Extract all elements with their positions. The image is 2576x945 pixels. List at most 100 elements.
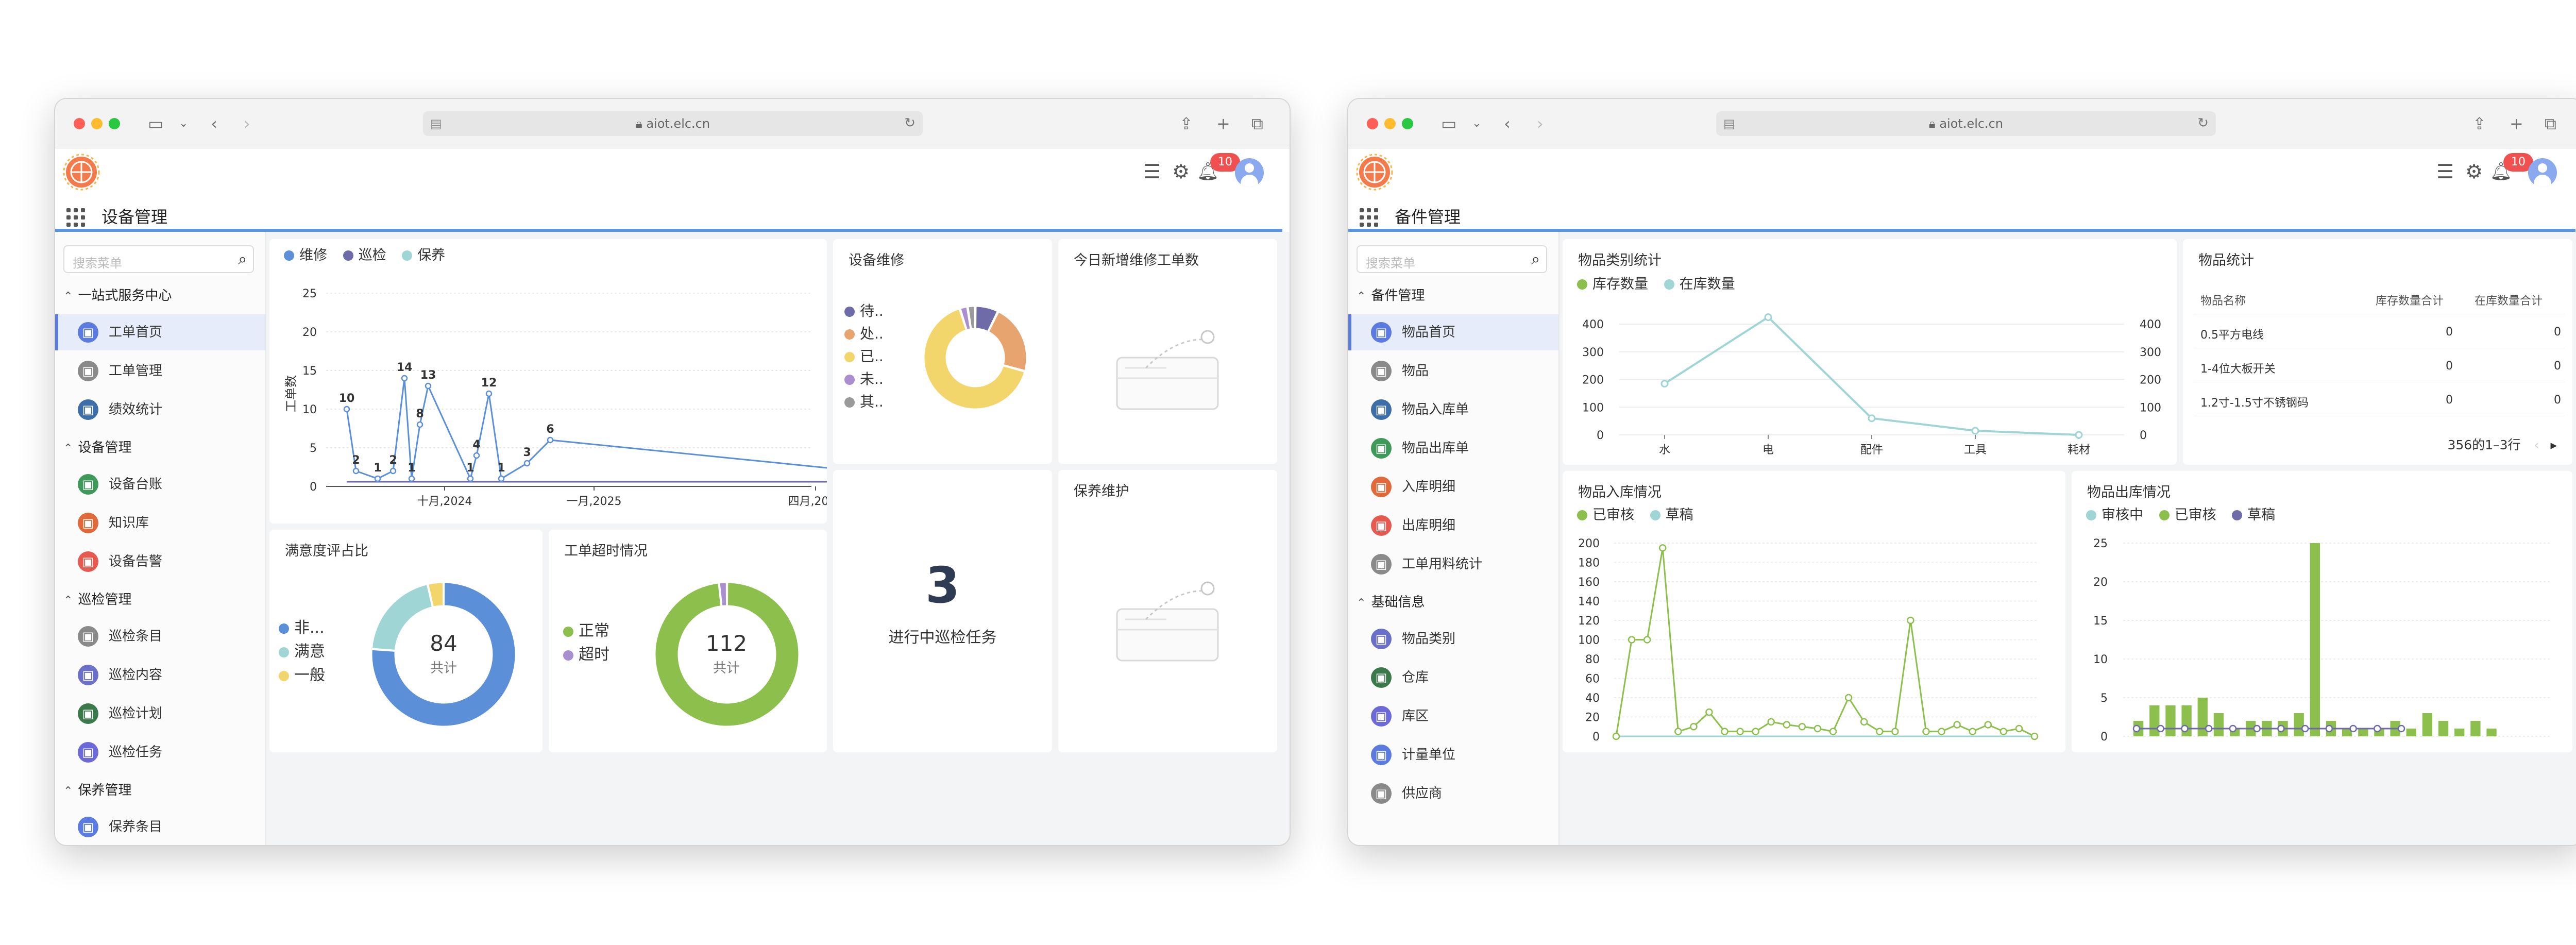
back-icon[interactable]: ‹ (1504, 112, 1511, 135)
collapse-icon[interactable]: ⌃ (63, 594, 73, 607)
approved-point (1612, 732, 1620, 740)
y-tick-label: 160 (1578, 576, 1600, 589)
sidebar-item-label: 计量单位 (1402, 747, 1456, 763)
search-icon[interactable]: ⌕ (1531, 250, 1540, 268)
new-tab-icon[interactable]: + (2510, 112, 2523, 135)
table-row[interactable]: 1.2寸-1.5寸不锈钢码 0 0 (2193, 382, 2564, 416)
avatar[interactable] (2528, 158, 2557, 187)
x-tick-label: 耗材 (2067, 444, 2090, 457)
sidebar-group-header[interactable]: ⌃ 基础信息 (1357, 592, 1425, 614)
trend-chart: 0510152025工单数102121418131412136255126219… (284, 288, 827, 508)
sidebar-group-label: 设备管理 (78, 440, 132, 455)
approved-point (1658, 544, 1667, 552)
forward-icon[interactable]: › (244, 112, 250, 135)
address-bar[interactable]: ▤ 🔒︎ aiot.elc.cn ↻ (1716, 111, 2216, 136)
inbound-chart: 0 20 40 60 80 100 120 140 160 180 200 (1578, 537, 2039, 744)
home-icon: ▣ (1371, 322, 1392, 343)
gear-icon[interactable]: ⚙ (2465, 160, 2483, 183)
sidebar-item[interactable]: ▣ 库区 (1348, 698, 1558, 734)
minimize-window-button[interactable] (91, 118, 103, 129)
sidebar-item[interactable]: ▣ 出库明细 (1348, 508, 1558, 544)
menu-icon[interactable]: ☰ (1143, 160, 1161, 183)
sidebar-item[interactable]: ▣ 物品类别 (1348, 621, 1558, 657)
menu-icon[interactable]: ☰ (2436, 160, 2454, 183)
sidebar-item[interactable]: ▣ 物品首页 (1348, 314, 1558, 350)
sidebar-item[interactable]: ▣ 设备告警 (55, 544, 265, 580)
collapse-icon[interactable]: ⌃ (63, 785, 73, 798)
reload-icon[interactable]: ↻ (2197, 115, 2209, 131)
tab-overview-icon[interactable]: ⧉ (2545, 112, 2556, 135)
apps-grid-icon[interactable] (1360, 208, 1378, 227)
sidebar-group-header[interactable]: ⌃ 设备管理 (63, 437, 131, 459)
share-icon[interactable]: ⇪ (2472, 112, 2486, 135)
sidebar-item[interactable]: ▣ 设备台账 (55, 466, 265, 502)
sidebar-item[interactable]: ▣ 工单管理 (55, 353, 265, 389)
sidebar-item[interactable]: ▣ 工单首页 (55, 314, 265, 350)
chevron-down-icon[interactable]: ⌄ (179, 112, 188, 135)
address-bar[interactable]: ▤ 🔒︎ aiot.elc.cn ↻ (423, 111, 923, 136)
prev-page-icon[interactable]: ‹ (2534, 437, 2539, 452)
search-input[interactable]: 搜索菜单 ⌕ (63, 245, 254, 273)
sidebar-item[interactable]: ▣ 仓库 (1348, 660, 1558, 696)
overtime-card: 工单超时情况 正常 超时 112 共计 (549, 530, 827, 752)
tab-overview-icon[interactable]: ⧉ (1251, 112, 1263, 135)
sidebar-item[interactable]: ▣ 保养条目 (55, 809, 265, 845)
sidebar-toggle-icon[interactable]: ▭ (1441, 112, 1456, 135)
minimize-window-button[interactable] (1384, 118, 1396, 129)
next-page-icon[interactable]: ▸ (2550, 437, 2557, 452)
sidebar-group-header[interactable]: ⌃ 一站式服务中心 (63, 285, 172, 307)
collapse-icon[interactable]: ⌃ (63, 442, 73, 455)
table-row[interactable]: 0.5平方电线 0 0 (2193, 314, 2564, 348)
zoom-window-button[interactable] (1402, 118, 1413, 129)
avatar[interactable] (1235, 158, 1264, 187)
sidebar-toggle-icon[interactable]: ▭ (148, 112, 163, 135)
approved-bar (2406, 729, 2416, 736)
collapse-icon[interactable]: ⌃ (1357, 597, 1366, 610)
close-window-button[interactable] (1367, 118, 1378, 129)
sidebar-item[interactable]: ▣ 巡检任务 (55, 734, 265, 770)
search-icon[interactable]: ⌕ (238, 250, 247, 268)
collapse-icon[interactable]: ⌃ (63, 290, 73, 303)
data-label: 1 (466, 462, 474, 475)
header-item-name[interactable]: 物品名称 (2200, 292, 2246, 308)
sidebar-item[interactable]: ▣ 物品出库单 (1348, 430, 1558, 466)
sidebar-item[interactable]: ▣ 入库明细 (1348, 469, 1558, 505)
y-tick-label: 100 (1582, 401, 1604, 414)
approved-point (1643, 636, 1651, 644)
sidebar-item[interactable]: ▣ 工单用料统计 (1348, 546, 1558, 582)
header-stock-total[interactable]: 库存数量合计 (2376, 292, 2444, 308)
chevron-down-icon[interactable]: ⌄ (1472, 112, 1481, 135)
close-window-button[interactable] (74, 118, 85, 129)
sidebar-item[interactable]: ▣ 巡检计划 (55, 696, 265, 732)
sidebar-item-label: 物品 (1402, 363, 1429, 379)
forward-icon[interactable]: › (1537, 112, 1544, 135)
sidebar-group-header[interactable]: ⌃ 备件管理 (1357, 285, 1425, 307)
table-row[interactable]: 1-4位大板开关 0 0 (2193, 348, 2564, 382)
sidebar-item[interactable]: ▣ 知识库 (55, 505, 265, 541)
logo-icon (1356, 154, 1393, 191)
new-tab-icon[interactable]: + (1216, 112, 1230, 135)
sidebar-group-header[interactable]: ⌃ 巡检管理 (63, 589, 131, 611)
share-icon[interactable]: ⇪ (1179, 112, 1193, 135)
gear-icon[interactable]: ⚙ (1172, 160, 1190, 183)
sidebar-item[interactable]: ▣ 物品入库单 (1348, 392, 1558, 428)
x-tick-label: 四月,2025 (788, 495, 827, 508)
reload-icon[interactable]: ↻ (904, 115, 916, 131)
sidebar-item[interactable]: ▣ 计量单位 (1348, 737, 1558, 773)
header-instock-total[interactable]: 在库数量合计 (2475, 292, 2543, 308)
sidebar-item[interactable]: ▣ 物品 (1348, 353, 1558, 389)
search-input[interactable]: 搜索菜单 ⌕ (1357, 245, 1547, 273)
sidebar-group-header[interactable]: ⌃ 保养管理 (63, 780, 131, 802)
apps-grid-icon[interactable] (66, 208, 85, 227)
back-icon[interactable]: ‹ (211, 112, 217, 135)
sidebar-item[interactable]: ▣ 巡检内容 (55, 657, 265, 693)
outbound-card: 物品出库情况 审核中 已审核 草稿 0 5 10 15 20 25 (2072, 471, 2572, 752)
sidebar-item[interactable]: ▣ 绩效统计 (55, 392, 265, 428)
y2-tick-label: 200 (2140, 374, 2161, 387)
approved-point (1984, 721, 1992, 729)
sidebar-item[interactable]: ▣ 巡检条目 (55, 618, 265, 654)
zoom-window-button[interactable] (109, 118, 120, 129)
sidebar-group-label: 一站式服务中心 (78, 288, 172, 303)
collapse-icon[interactable]: ⌃ (1357, 290, 1366, 303)
sidebar-item[interactable]: ▣ 供应商 (1348, 775, 1558, 812)
